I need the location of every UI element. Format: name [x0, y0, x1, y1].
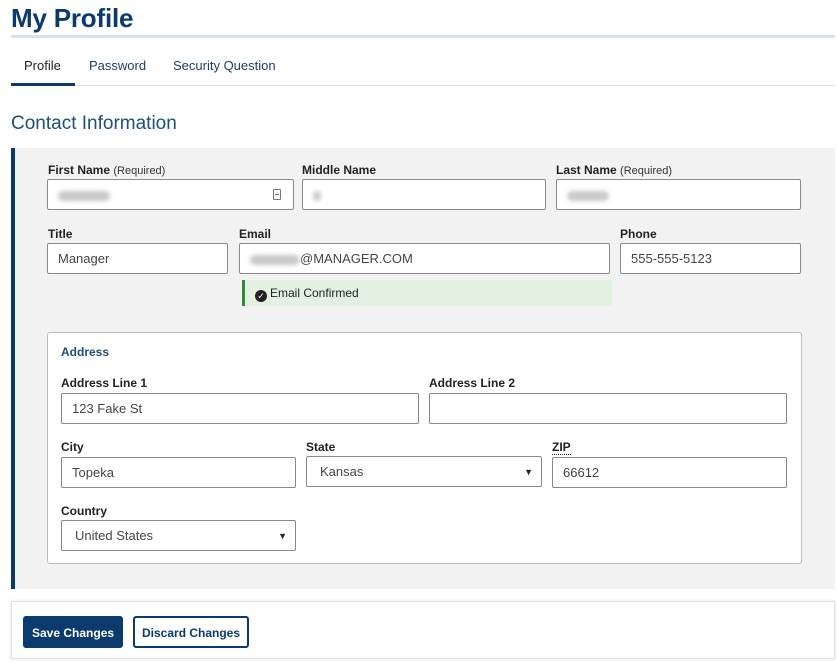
country-select[interactable]: United States ▼: [61, 520, 296, 551]
caret-down-icon: ▼: [278, 531, 287, 541]
last-name-label: Last Name (Required): [556, 163, 673, 177]
phone-label: Phone: [620, 227, 657, 241]
check-circle-icon: ✓: [255, 290, 267, 302]
email-confirmed-status: ✓ Email Confirmed: [242, 280, 612, 306]
middle-name-field[interactable]: [302, 179, 546, 210]
caret-down-icon: ▼: [524, 467, 533, 477]
last-name-field[interactable]: [556, 179, 801, 210]
tab-password[interactable]: Password: [89, 58, 146, 83]
email-label: Email: [239, 227, 272, 241]
email-domain: @MANAGER.COM: [300, 251, 413, 266]
contact-card-icon[interactable]: [273, 189, 281, 200]
address-line-2-field[interactable]: [429, 393, 787, 424]
address-fieldset: Address Address Line 1 123 Fake St Addre…: [47, 332, 802, 564]
title-divider: [11, 35, 835, 38]
address-line-2-label: Address Line 2: [429, 376, 516, 390]
title-label: Title: [48, 227, 73, 241]
zip-field[interactable]: 66612: [552, 457, 787, 488]
tab-security-question[interactable]: Security Question: [173, 58, 276, 83]
address-line-1-field[interactable]: 123 Fake St: [61, 393, 419, 424]
contact-information-panel: First Name (Required) Middle Name Last N…: [11, 148, 835, 589]
tab-profile[interactable]: Profile: [24, 58, 61, 83]
email-field[interactable]: @MANAGER.COM: [239, 243, 610, 274]
form-actions-bar: Save Changes Discard Changes: [11, 601, 835, 659]
discard-changes-button[interactable]: Discard Changes: [133, 616, 250, 648]
title-field[interactable]: Manager: [47, 243, 228, 274]
state-select[interactable]: Kansas ▼: [306, 456, 542, 487]
first-name-field[interactable]: [47, 179, 294, 210]
redacted-email-user: [250, 254, 300, 265]
address-line-1-label: Address Line 1: [61, 376, 148, 390]
country-label: Country: [61, 504, 107, 518]
save-changes-button[interactable]: Save Changes: [23, 616, 124, 648]
address-heading: Address: [61, 345, 110, 359]
zip-label: ZIP: [552, 440, 571, 455]
first-name-label: First Name (Required): [48, 163, 166, 177]
city-field[interactable]: Topeka: [61, 457, 296, 488]
redacted-middle-name: [313, 190, 321, 201]
city-label: City: [61, 440, 84, 454]
redacted-first-name: [58, 190, 110, 201]
page-title: My Profile: [11, 3, 134, 33]
contact-information-heading: Contact Information: [11, 113, 177, 134]
profile-tabs: Profile Password Security Question: [11, 50, 835, 86]
phone-field[interactable]: 555-555-5123: [620, 243, 801, 274]
middle-name-label: Middle Name: [302, 163, 377, 177]
email-confirmed-text: Email Confirmed: [270, 286, 359, 300]
state-selected-value: Kansas: [320, 464, 364, 479]
country-selected-value: United States: [75, 528, 154, 543]
redacted-last-name: [567, 190, 609, 201]
state-label: State: [306, 440, 336, 454]
active-tab-indicator: [11, 83, 75, 86]
